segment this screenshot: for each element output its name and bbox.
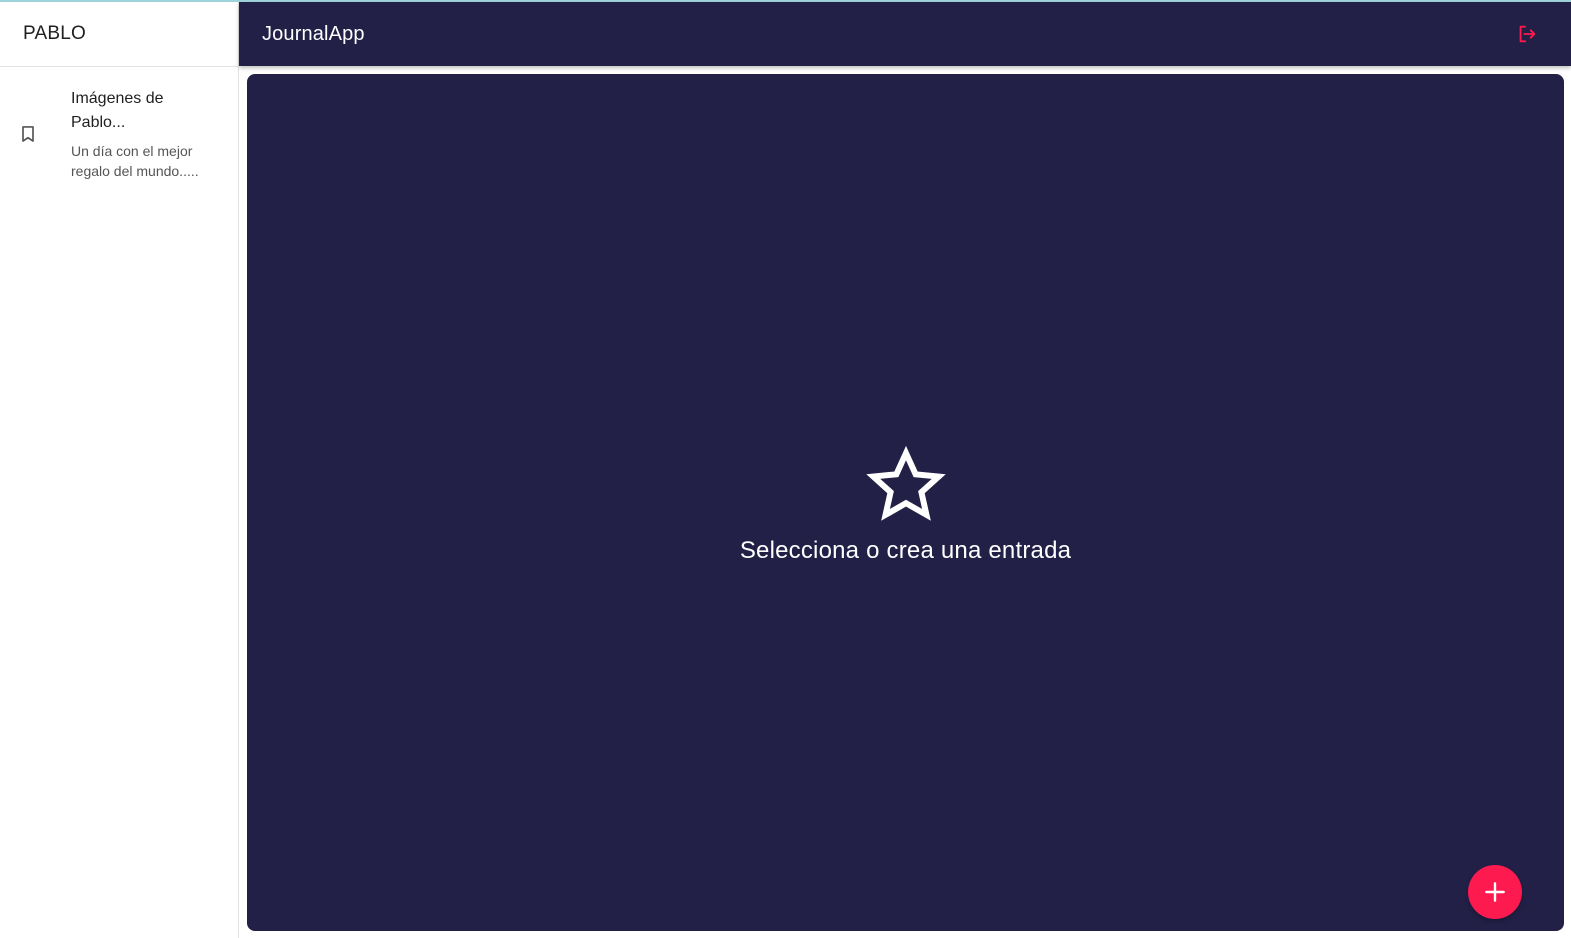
app-bar: JournalApp bbox=[239, 2, 1571, 66]
app-title: JournalApp bbox=[262, 22, 365, 45]
sidebar: PABLO Imágenes de Pablo... Un día con el… bbox=[0, 2, 239, 938]
entry-text: Imágenes de Pablo... Un día con el mejor… bbox=[71, 87, 221, 181]
empty-state: Selecciona o crea una entrada bbox=[247, 74, 1564, 931]
add-entry-button[interactable] bbox=[1468, 865, 1522, 919]
logout-button[interactable] bbox=[1513, 20, 1541, 48]
journal-entry-item[interactable]: Imágenes de Pablo... Un día con el mejor… bbox=[0, 67, 238, 193]
sidebar-header: PABLO bbox=[0, 2, 238, 67]
bookmark-icon bbox=[0, 124, 71, 144]
entry-body: Un día con el mejor regalo del mundo....… bbox=[71, 143, 199, 179]
empty-state-message: Selecciona o crea una entrada bbox=[739, 536, 1072, 564]
star-outline-icon bbox=[861, 441, 951, 531]
main-panel: Selecciona o crea una entrada bbox=[247, 74, 1564, 931]
add-icon bbox=[1485, 882, 1505, 902]
entry-title: Imágenes de Pablo... bbox=[71, 90, 164, 131]
username-label: PABLO bbox=[23, 23, 86, 44]
logout-icon bbox=[1519, 25, 1536, 43]
